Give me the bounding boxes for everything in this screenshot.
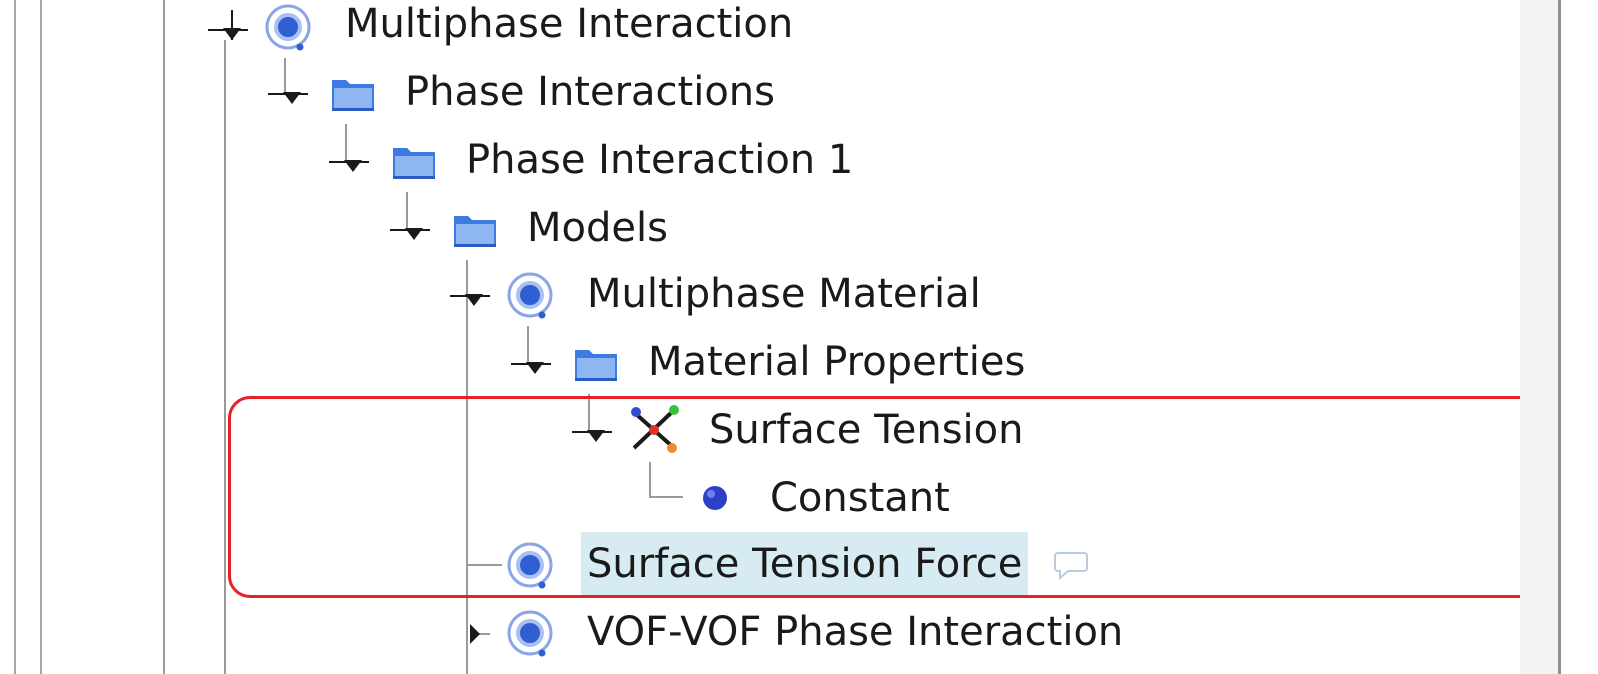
tree-item-label: Models (527, 205, 668, 251)
tree-item-multiphase-interaction[interactable]: Multiphase Interaction (200, 0, 900, 58)
tree-item-label: VOF-VOF Phase Interaction (587, 609, 1124, 655)
tree-item-label: Phase Interactions (405, 69, 775, 115)
expanded-arrow-icon[interactable] (450, 276, 490, 312)
tree-item-material-properties[interactable]: Material Properties (503, 330, 1203, 396)
model-node-icon (507, 610, 553, 657)
model-node-icon (265, 4, 311, 51)
tree-item-label: Multiphase Interaction (345, 1, 794, 47)
tree-guide-line (163, 0, 165, 674)
tree-guide-line (224, 40, 226, 674)
tree-item-phase-interaction-1[interactable]: Phase Interaction 1 (321, 128, 1021, 194)
expanded-arrow-icon[interactable] (511, 344, 551, 380)
collapsed-arrow-icon[interactable] (450, 614, 490, 650)
folder-icon (454, 216, 496, 247)
tree-item-models[interactable]: Models (382, 196, 882, 262)
folder-icon (575, 350, 617, 381)
tree-item-label: Phase Interaction 1 (466, 137, 854, 183)
tree-item-label: Material Properties (648, 339, 1026, 385)
tree-item-vof-vof-phase-interaction[interactable]: VOF-VOF Phase Interaction (442, 600, 1242, 666)
expanded-arrow-icon[interactable] (208, 10, 248, 46)
tree-item-multiphase-material[interactable]: Multiphase Material (442, 262, 1142, 328)
highlight-annotation-box (228, 396, 1550, 598)
panel-inner-border (40, 0, 42, 674)
folder-icon (332, 80, 374, 111)
expanded-arrow-icon[interactable] (390, 210, 430, 246)
folder-icon (393, 148, 435, 179)
tree-item-phase-interactions[interactable]: Phase Interactions (260, 60, 960, 126)
expanded-arrow-icon[interactable] (329, 142, 369, 178)
vertical-scrollbar[interactable] (1520, 0, 1558, 674)
tree-item-label: Multiphase Material (587, 271, 981, 317)
panel-right-border (1558, 0, 1561, 674)
model-node-icon (507, 272, 553, 319)
expanded-arrow-icon[interactable] (268, 74, 308, 110)
panel-left-border (14, 0, 16, 674)
